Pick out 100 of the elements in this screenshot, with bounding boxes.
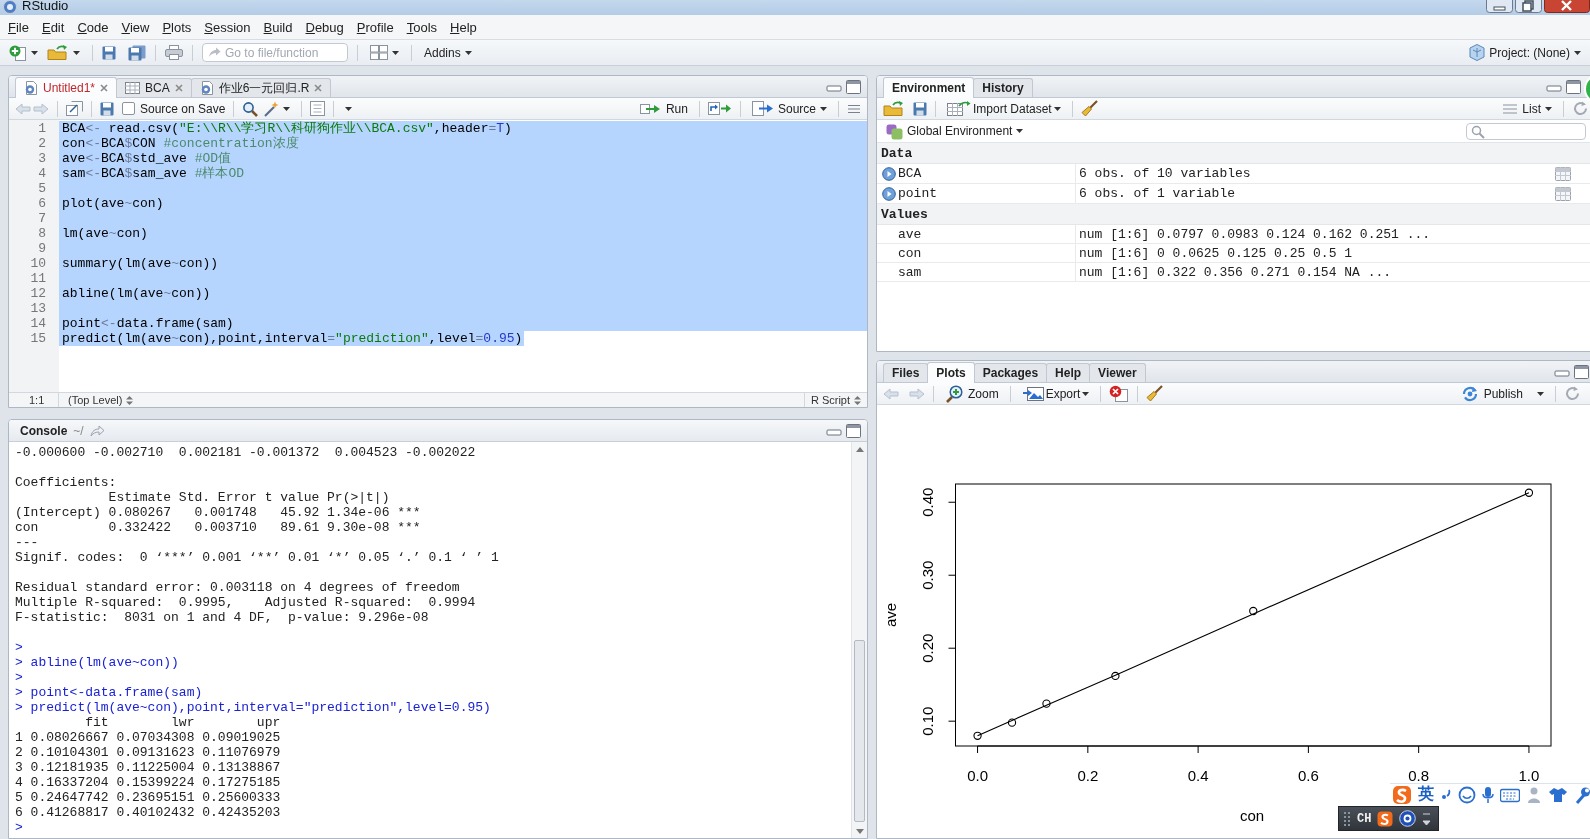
menu-item[interactable]: Profile [356,19,394,35]
pane-tab[interactable]: Files [883,363,929,382]
print-icon[interactable] [165,45,183,60]
close-icon[interactable] [1544,0,1590,13]
menu-item[interactable]: Session [204,19,251,35]
editor-tab[interactable]: Untitled1* [15,77,118,98]
emoji-icon[interactable] [1458,785,1476,804]
broom-icon[interactable] [1146,385,1164,402]
export-button[interactable]: Export [1018,383,1093,404]
broom-icon[interactable] [1080,100,1098,117]
pane-tab[interactable]: Viewer [1089,363,1146,382]
menu-icon[interactable] [847,102,861,115]
show-in-window-icon[interactable] [66,101,83,116]
search-icon[interactable] [242,100,259,117]
maximize-pane-icon[interactable] [1566,79,1581,94]
grid-icon [370,45,388,60]
import-dataset-button[interactable]: Import Dataset [944,98,1064,119]
pane-tab[interactable]: History [973,78,1033,97]
delete-plot-icon[interactable] [1109,385,1130,402]
tick-label: 0.30 [919,560,937,590]
refresh-icon[interactable] [1564,385,1581,402]
variable-summary: num [1:6] 0.0797 0.0983 0.124 0.162 0.251 ... [1078,226,1432,242]
input-mode[interactable]: 英 [1418,784,1434,805]
share-arrow-icon[interactable] [89,424,105,437]
view-table-icon[interactable] [1555,186,1571,201]
maximize-pane-icon[interactable] [846,423,861,438]
environment-selector[interactable]: Global Environment [883,121,1027,141]
maximize-pane-icon[interactable] [846,79,861,94]
publish-button[interactable]: Publish [1456,383,1547,404]
pane-tab[interactable]: Help [1046,363,1091,382]
input-language[interactable]: CH [1357,811,1372,826]
wrench-icon[interactable] [1574,785,1590,804]
menu-item[interactable]: File [8,19,29,35]
pane-layout-button[interactable] [367,42,402,63]
source-button[interactable]: Source [748,98,830,119]
scope-selector[interactable]: (Top Level) [65,393,137,407]
expand-icon[interactable] [882,186,896,201]
console-output: 4 0.16337204 0.15399224 0.17275185 [15,775,282,790]
menu-item[interactable]: Edit [41,19,65,35]
open-file-button[interactable] [44,42,83,63]
view-table-icon[interactable] [1555,166,1571,181]
keyboard-icon[interactable] [1500,786,1520,803]
restore-icon[interactable] [1515,0,1542,13]
addins-button[interactable]: Addins [421,42,475,63]
line-number: 1 [37,121,47,136]
save-all-icon[interactable] [128,44,146,61]
save-icon[interactable] [102,45,116,60]
pane-tab[interactable]: Plots [927,362,975,383]
zoom-button[interactable]: Zoom [942,383,1002,404]
open-folder-icon [47,45,69,60]
person-icon[interactable] [1526,785,1542,804]
data-point [1042,699,1051,708]
menu-item[interactable]: Debug [305,19,344,35]
menu-item[interactable]: Code [77,19,109,35]
variable-name[interactable]: point [898,186,937,201]
caret-icon [283,106,291,111]
refresh-icon[interactable] [1572,100,1589,117]
menu-item[interactable]: Build [263,19,293,35]
help-icon[interactable] [1399,810,1417,827]
menu-item[interactable]: Help [450,19,477,35]
minimize-icon[interactable] [1486,0,1513,13]
menu-item[interactable]: View [121,19,150,35]
pane-tab[interactable]: Environment [883,77,975,98]
run-button[interactable]: Run [636,98,691,119]
microphone-icon[interactable] [1482,785,1494,804]
ime-logo-icon[interactable] [1377,810,1394,827]
menu-item[interactable]: Plots [162,19,192,35]
file-type-selector[interactable]: R Script [803,393,867,407]
axis-title: con [1239,806,1265,824]
view-mode-button[interactable]: List [1499,98,1555,119]
new-file-icon [9,44,27,61]
scrollbar[interactable] [851,442,867,838]
menu-item[interactable]: Tools [406,19,438,35]
line-number: 15 [29,331,47,346]
pane-tab[interactable]: Packages [973,363,1048,382]
caret-icon[interactable] [1422,811,1432,826]
shirt-icon[interactable] [1548,786,1568,803]
console-output: 6 0.41268817 0.40102432 0.42435203 [15,805,282,820]
open-folder-icon[interactable] [883,101,905,116]
checkbox[interactable] [122,102,135,115]
r-file-icon [199,81,214,95]
tick-label: 0.4 [1187,766,1209,784]
export-icon [1021,385,1044,402]
save-icon[interactable] [913,101,927,116]
variable-name[interactable]: BCA [898,166,922,181]
go-to-file-field[interactable]: Go to file/function [202,43,348,62]
search-field[interactable] [1466,122,1586,140]
tick-label: 0.40 [919,487,937,517]
expand-icon[interactable] [882,166,896,181]
editor-tab[interactable]: BCA [116,78,192,97]
axis-title: ave [881,602,899,628]
tick-label: 0.0 [967,766,988,784]
maximize-pane-icon[interactable] [1574,364,1589,379]
rerun-icon[interactable] [707,101,732,116]
notebook-icon[interactable] [310,101,326,116]
save-icon[interactable] [100,101,114,116]
project-button[interactable]: Project: (None) [1466,42,1584,63]
line-number: 9 [37,241,47,256]
editor-tab[interactable]: 作业6一元回归.R [190,78,332,97]
console-output: Residual standard error: 0.003118 on 4 degrees of freedom [15,580,461,595]
